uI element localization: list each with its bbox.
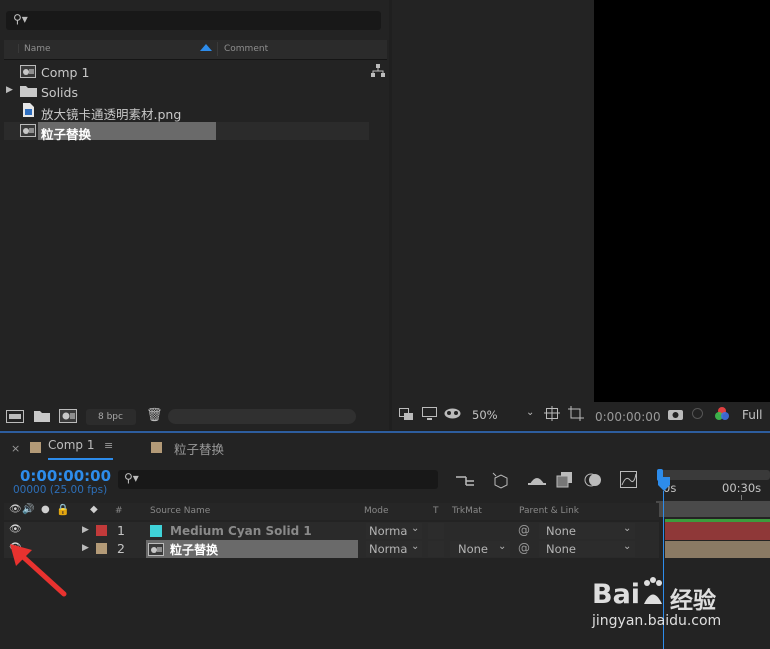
image-file-icon: [23, 103, 34, 117]
flowchart-icon[interactable]: [371, 64, 385, 78]
camera-snapshot-icon[interactable]: [668, 408, 683, 420]
new-folder-icon[interactable]: [34, 410, 50, 422]
region-of-interest-icon[interactable]: [544, 406, 560, 421]
layer-column-header: 👁 🔊 ● 🔒 ◆ # Source Name Mode T TrkMat Pa…: [4, 503, 659, 520]
viewer-canvas[interactable]: [594, 0, 770, 402]
layer-duration-bar[interactable]: [665, 522, 770, 540]
always-preview-icon[interactable]: [399, 408, 414, 421]
layer-mode-dropdown[interactable]: Norma ⌄: [366, 523, 422, 539]
tab-particle-replace[interactable]: 粒子替换: [174, 439, 224, 458]
audio-icon: 🔊: [22, 504, 35, 515]
bpc-button[interactable]: 8 bpc: [86, 409, 136, 425]
tab-comp1[interactable]: Comp 1 ≡: [48, 438, 114, 460]
project-item-selected-comp[interactable]: 粒子替换: [4, 122, 369, 142]
preserve-transparency-toggle[interactable]: [428, 541, 444, 557]
solo-icon: ●: [41, 504, 50, 515]
current-time-display[interactable]: 0:00:00:00: [20, 467, 111, 485]
parent-dropdown[interactable]: None ⌄: [539, 541, 635, 557]
trash-icon[interactable]: 🗑: [146, 408, 163, 423]
pick-whip-icon[interactable]: @: [518, 541, 530, 555]
layer-mode-dropdown[interactable]: Norma ⌄: [366, 541, 422, 557]
tab-label-swatch-2: [151, 442, 162, 453]
timeline-ruler-strip: [656, 501, 770, 517]
work-area-bar[interactable]: [657, 470, 770, 480]
motion-blur-icon[interactable]: [584, 471, 602, 489]
composition-icon: [20, 124, 36, 137]
frame-info: 00000 (25.00 fps): [13, 484, 108, 496]
lock-icon: 🔒: [56, 503, 70, 516]
tab-label-swatch: [30, 442, 41, 453]
draft-3d-icon[interactable]: [491, 471, 511, 489]
column-name[interactable]: Name: [24, 44, 51, 54]
chevron-down-icon: ⌄: [411, 541, 420, 552]
panel-menu-icon[interactable]: ≡: [104, 439, 113, 452]
project-column-header: Name Comment: [4, 40, 387, 60]
annotation-arrow: [10, 544, 67, 597]
parent-dropdown[interactable]: None ⌄: [539, 523, 635, 539]
expand-arrow-icon[interactable]: ▶: [82, 543, 89, 553]
graph-editor-icon[interactable]: [620, 471, 638, 489]
label-tag-icon: ◆: [90, 504, 98, 515]
layer-row[interactable]: 👁 ▶ 2 粒子替换 Norma ⌄ None ⌄ @ None ⌄: [4, 540, 659, 558]
composition-icon: [148, 543, 164, 556]
zoom-dropdown[interactable]: 50% ⌄: [468, 405, 536, 423]
interpret-footage-icon[interactable]: [6, 410, 24, 423]
expand-arrow-icon[interactable]: ▶: [6, 85, 13, 95]
search-icon: ⚲▾: [124, 471, 139, 485]
frame-blending-icon[interactable]: [556, 471, 573, 488]
project-item-png[interactable]: 放大镜卡通透明素材.png: [4, 102, 369, 122]
pick-whip-icon[interactable]: @: [518, 523, 530, 537]
layer-row[interactable]: 👁 ▶ 1 Medium Cyan Solid 1 Norma ⌄ @ None…: [4, 522, 659, 540]
composition-icon: [20, 65, 36, 78]
chevron-down-icon: ⌄: [411, 523, 420, 534]
mask-visibility-icon[interactable]: [444, 408, 461, 419]
channel-rgb-icon[interactable]: [714, 406, 730, 422]
close-tab-icon[interactable]: ×: [11, 442, 20, 455]
sort-ascending-icon[interactable]: [200, 44, 212, 51]
shy-layers-icon[interactable]: [528, 472, 546, 488]
transparency-grid-icon[interactable]: [568, 406, 584, 421]
chevron-down-icon: ⌄: [526, 407, 535, 418]
baidu-watermark: Bai 经验 jingyan.baidu.com: [592, 577, 722, 629]
source-name-header[interactable]: Source Name: [150, 506, 210, 516]
layer-duration-bar[interactable]: [665, 541, 770, 558]
viewer-timecode[interactable]: 0:00:00:00: [595, 410, 661, 424]
composition-flowchart-icon[interactable]: [456, 473, 474, 487]
solid-color-icon: [150, 525, 162, 537]
timeline-search-input[interactable]: ⚲▾: [118, 470, 438, 489]
viewer-toolbar: 50% ⌄ 0:00:00:00 Full: [392, 402, 770, 430]
project-item-solids[interactable]: ▶ Solids: [4, 83, 369, 101]
folder-icon: [20, 86, 37, 97]
chevron-down-icon: ⌄: [623, 541, 632, 552]
project-item-comp1[interactable]: Comp 1: [4, 63, 369, 81]
chevron-down-icon: ⌄: [623, 523, 632, 534]
layer-label-color[interactable]: [96, 525, 107, 536]
layer-label-color[interactable]: [96, 543, 107, 554]
project-panel: ⚲▾ Name Comment Comp 1 ▶ Solids 放大镜卡通透明素…: [0, 0, 389, 430]
search-icon: ⚲▾: [13, 12, 28, 26]
new-composition-icon[interactable]: [59, 409, 77, 423]
monitor-icon[interactable]: [422, 407, 437, 420]
playhead-icon[interactable]: [657, 477, 671, 499]
preserve-transparency-toggle[interactable]: [428, 523, 444, 539]
resolution-dropdown[interactable]: Full: [742, 408, 763, 422]
baidu-paw-logo: [644, 577, 662, 604]
video-switch-icon: 👁: [9, 504, 22, 515]
chevron-down-icon: ⌄: [498, 541, 507, 552]
expand-arrow-icon[interactable]: ▶: [82, 525, 89, 535]
show-snapshot-icon[interactable]: [691, 407, 704, 420]
work-area-green-line: [665, 519, 770, 522]
column-comment[interactable]: Comment: [224, 44, 268, 54]
ruler-30s-label: 00:30s: [722, 481, 762, 495]
eye-visibility-icon[interactable]: 👁: [9, 524, 22, 535]
trkmat-dropdown[interactable]: None ⌄: [450, 541, 510, 557]
project-toolbar: 8 bpc 🗑: [0, 405, 389, 429]
project-search-input[interactable]: ⚲▾: [6, 11, 381, 30]
horizontal-scrollbar[interactable]: [168, 409, 356, 424]
